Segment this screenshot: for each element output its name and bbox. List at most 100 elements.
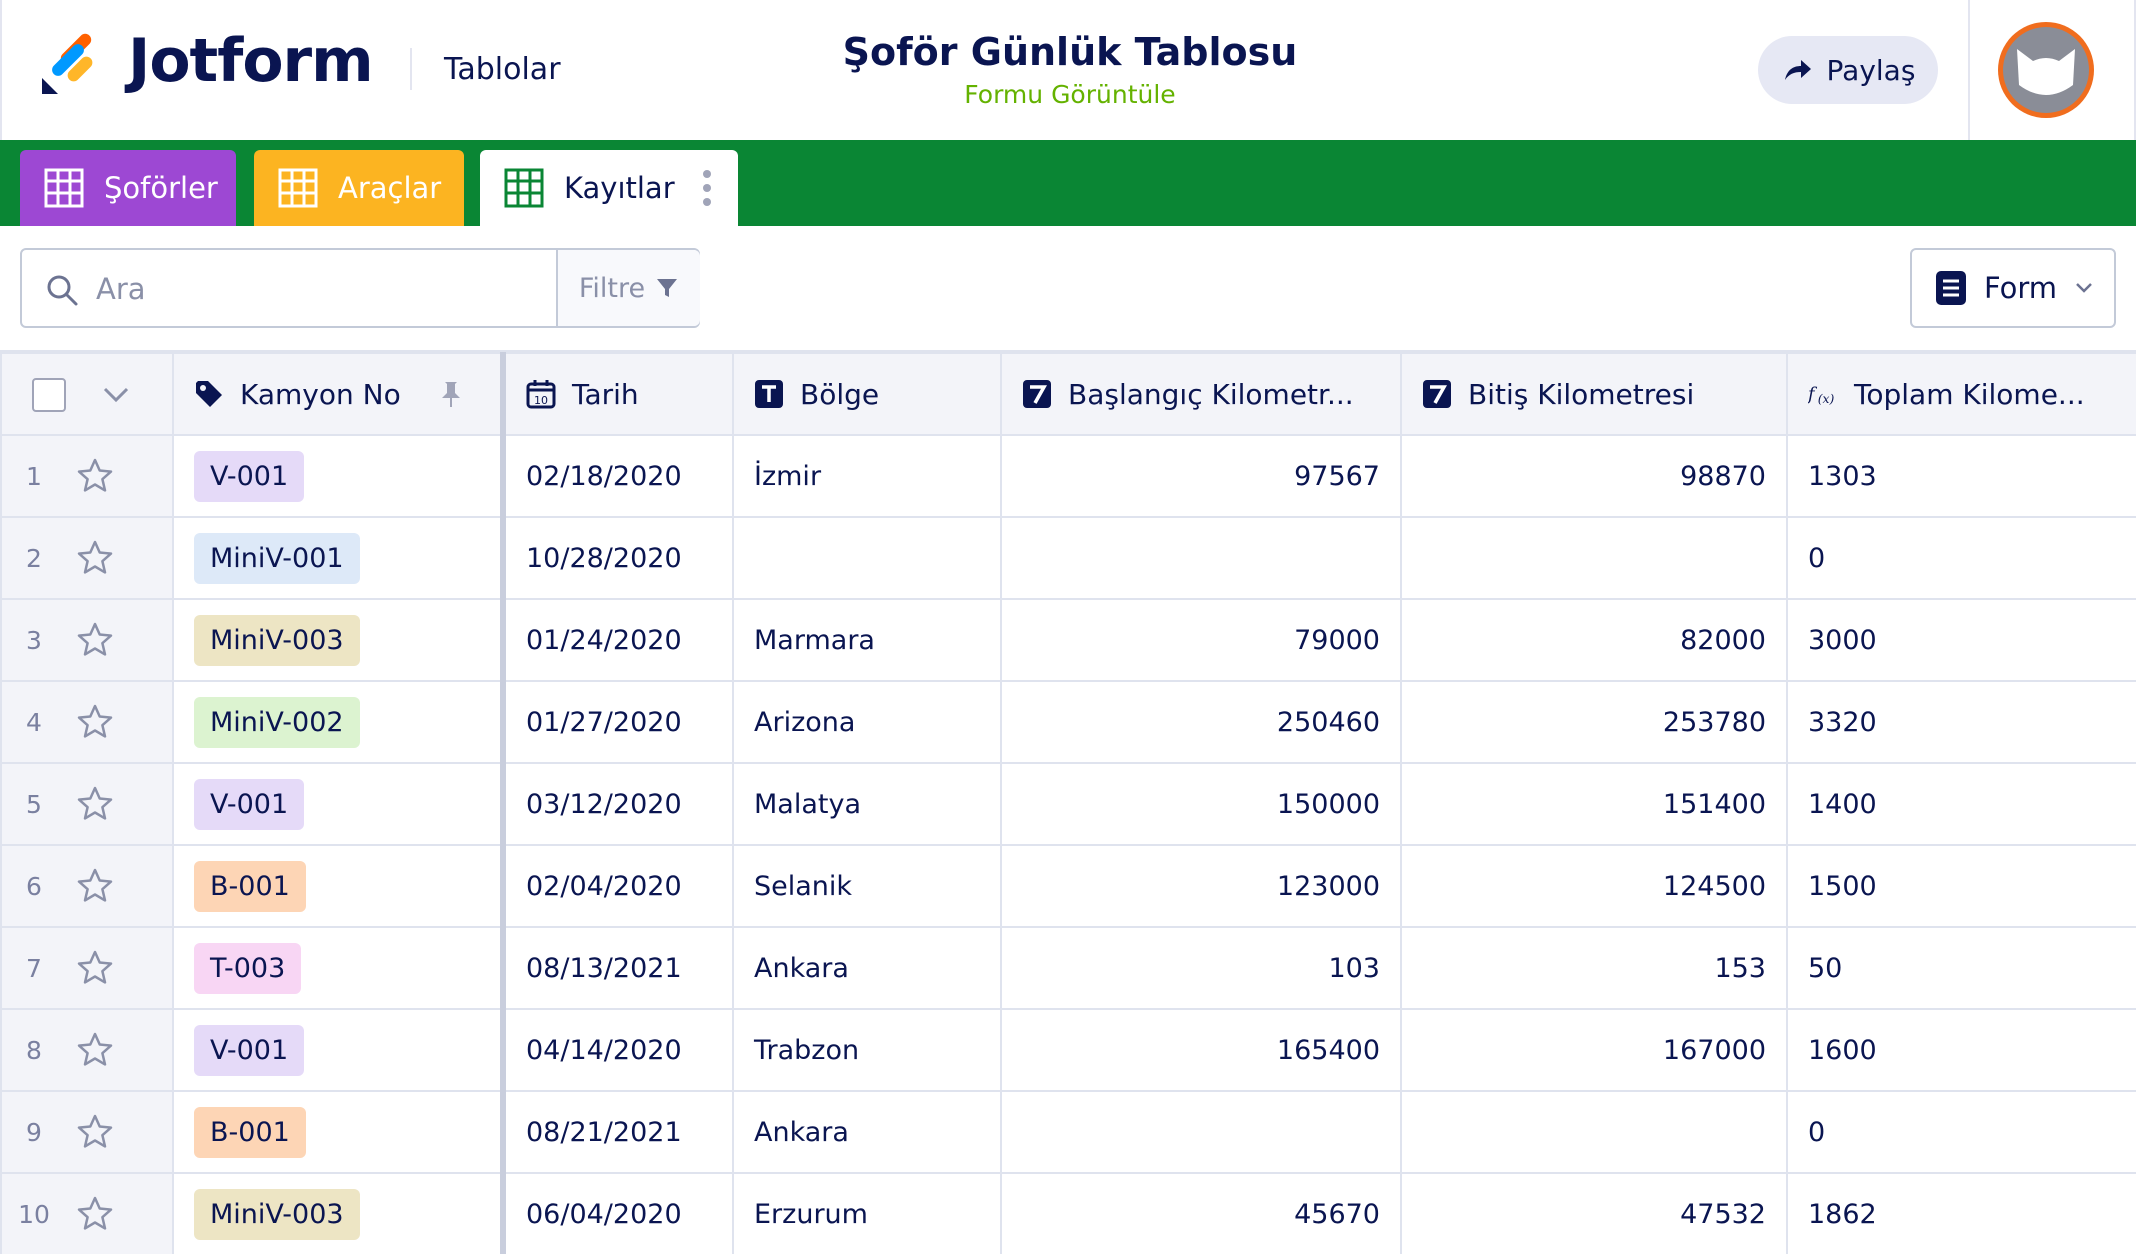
cell-toplam[interactable]: 1600: [1786, 1008, 2136, 1092]
star-icon[interactable]: [75, 702, 115, 742]
cell-baslangic[interactable]: [1000, 516, 1402, 600]
cell-bitis[interactable]: 151400: [1400, 762, 1788, 846]
table-row[interactable]: 9 B-001 08/21/2021 Ankara 0: [0, 1090, 2136, 1174]
cell-tarih[interactable]: 04/14/2020: [502, 1008, 734, 1092]
cell-kamyon-no[interactable]: B-001: [172, 1090, 506, 1174]
cell-bitis[interactable]: 167000: [1400, 1008, 1788, 1092]
cell-toplam[interactable]: 0: [1786, 516, 2136, 600]
jotform-logo-icon[interactable]: [40, 32, 104, 96]
cell-baslangic[interactable]: 250460: [1000, 680, 1402, 764]
cell-kamyon-no[interactable]: MiniV-003: [172, 598, 506, 682]
tables-link[interactable]: Tablolar: [444, 52, 561, 87]
cell-bolge[interactable]: Malatya: [732, 762, 1002, 846]
chevron-down-icon[interactable]: [101, 385, 131, 405]
cell-bitis[interactable]: 98870: [1400, 434, 1788, 518]
table-row[interactable]: 7 T-003 08/13/2021 Ankara 103 153 50: [0, 926, 2136, 1010]
cell-tarih[interactable]: 08/13/2021: [502, 926, 734, 1010]
cell-kamyon-no[interactable]: V-001: [172, 1008, 506, 1092]
cell-bolge[interactable]: [732, 516, 1002, 600]
cell-toplam[interactable]: 3320: [1786, 680, 2136, 764]
cell-bitis[interactable]: 47532: [1400, 1172, 1788, 1254]
cell-toplam[interactable]: 0: [1786, 1090, 2136, 1174]
cell-baslangic[interactable]: 97567: [1000, 434, 1402, 518]
cell-toplam[interactable]: 3000: [1786, 598, 2136, 682]
column-header-tarih[interactable]: 10 Tarih: [502, 352, 734, 436]
cell-tarih[interactable]: 03/12/2020: [502, 762, 734, 846]
cell-baslangic[interactable]: 79000: [1000, 598, 1402, 682]
cell-baslangic[interactable]: 123000: [1000, 844, 1402, 928]
cell-baslangic[interactable]: 165400: [1000, 1008, 1402, 1092]
tab-araclar[interactable]: Araçlar: [254, 150, 464, 226]
cell-toplam[interactable]: 1400: [1786, 762, 2136, 846]
cell-kamyon-no[interactable]: MiniV-002: [172, 680, 506, 764]
cell-bolge[interactable]: Ankara: [732, 926, 1002, 1010]
cell-bitis[interactable]: 82000: [1400, 598, 1788, 682]
cell-bitis[interactable]: 153: [1400, 926, 1788, 1010]
tab-kayitlar[interactable]: Kayıtlar: [480, 150, 738, 226]
star-icon[interactable]: [75, 1030, 115, 1070]
table-row[interactable]: 3 MiniV-003 01/24/2020 Marmara 79000 820…: [0, 598, 2136, 682]
table-row[interactable]: 6 B-001 02/04/2020 Selanik 123000 124500…: [0, 844, 2136, 928]
star-icon[interactable]: [75, 538, 115, 578]
star-icon[interactable]: [75, 620, 115, 660]
cell-toplam[interactable]: 50: [1786, 926, 2136, 1010]
cell-toplam[interactable]: 1500: [1786, 844, 2136, 928]
column-header-kamyon-no[interactable]: Kamyon No: [172, 352, 506, 436]
cell-bolge[interactable]: Arizona: [732, 680, 1002, 764]
cell-bitis[interactable]: [1400, 516, 1788, 600]
tab-more-icon[interactable]: [702, 170, 712, 208]
table-row[interactable]: 2 MiniV-001 10/28/2020 0: [0, 516, 2136, 600]
tab-soforler[interactable]: Şoförler: [20, 150, 236, 226]
table-row[interactable]: 5 V-001 03/12/2020 Malatya 150000 151400…: [0, 762, 2136, 846]
cell-tarih[interactable]: 02/04/2020: [502, 844, 734, 928]
column-header-baslangic[interactable]: Başlangıç Kilometr...: [1000, 352, 1402, 436]
cell-bolge[interactable]: İzmir: [732, 434, 1002, 518]
cell-bitis[interactable]: 124500: [1400, 844, 1788, 928]
share-button[interactable]: Paylaş: [1758, 36, 1938, 104]
filter-button[interactable]: Filtre: [556, 250, 700, 326]
cell-bolge[interactable]: Marmara: [732, 598, 1002, 682]
star-icon[interactable]: [75, 456, 115, 496]
cell-toplam[interactable]: 1303: [1786, 434, 2136, 518]
form-view-button[interactable]: Form: [1910, 248, 2116, 328]
cell-tarih[interactable]: 10/28/2020: [502, 516, 734, 600]
cell-tarih[interactable]: 08/21/2021: [502, 1090, 734, 1174]
cell-kamyon-no[interactable]: B-001: [172, 844, 506, 928]
cell-bitis[interactable]: [1400, 1090, 1788, 1174]
select-all-checkbox[interactable]: [32, 377, 66, 412]
star-icon[interactable]: [75, 1194, 115, 1234]
cell-toplam[interactable]: 1862: [1786, 1172, 2136, 1254]
star-icon[interactable]: [75, 1112, 115, 1152]
cell-kamyon-no[interactable]: MiniV-003: [172, 1172, 506, 1254]
cell-bitis[interactable]: 253780: [1400, 680, 1788, 764]
column-header-toplam[interactable]: f (x) Toplam Kilome...: [1786, 352, 2136, 436]
cell-kamyon-no[interactable]: V-001: [172, 434, 506, 518]
table-row[interactable]: 1 V-001 02/18/2020 İzmir 97567 98870 130…: [0, 434, 2136, 518]
search-input[interactable]: [94, 264, 564, 314]
cell-baslangic[interactable]: 103: [1000, 926, 1402, 1010]
cell-kamyon-no[interactable]: V-001: [172, 762, 506, 846]
cell-bolge[interactable]: Erzurum: [732, 1172, 1002, 1254]
cell-tarih[interactable]: 02/18/2020: [502, 434, 734, 518]
table-row[interactable]: 4 MiniV-002 01/27/2020 Arizona 250460 25…: [0, 680, 2136, 764]
view-form-link[interactable]: Formu Görüntüle: [770, 80, 1370, 109]
brand-name[interactable]: Jotform: [128, 26, 374, 96]
column-header-bitis[interactable]: Bitiş Kilometresi: [1400, 352, 1788, 436]
cell-bolge[interactable]: Ankara: [732, 1090, 1002, 1174]
avatar[interactable]: [1998, 22, 2094, 118]
cell-kamyon-no[interactable]: MiniV-001: [172, 516, 506, 600]
pin-icon[interactable]: [436, 379, 466, 409]
cell-kamyon-no[interactable]: T-003: [172, 926, 506, 1010]
cell-baslangic[interactable]: [1000, 1090, 1402, 1174]
cell-bolge[interactable]: Trabzon: [732, 1008, 1002, 1092]
table-row[interactable]: 8 V-001 04/14/2020 Trabzon 165400 167000…: [0, 1008, 2136, 1092]
cell-baslangic[interactable]: 150000: [1000, 762, 1402, 846]
table-row[interactable]: 10 MiniV-003 06/04/2020 Erzurum 45670 47…: [0, 1172, 2136, 1254]
star-icon[interactable]: [75, 784, 115, 824]
cell-bolge[interactable]: Selanik: [732, 844, 1002, 928]
column-header-bolge[interactable]: Bölge: [732, 352, 1002, 436]
cell-baslangic[interactable]: 45670: [1000, 1172, 1402, 1254]
cell-tarih[interactable]: 01/24/2020: [502, 598, 734, 682]
cell-tarih[interactable]: 01/27/2020: [502, 680, 734, 764]
star-icon[interactable]: [75, 866, 115, 906]
